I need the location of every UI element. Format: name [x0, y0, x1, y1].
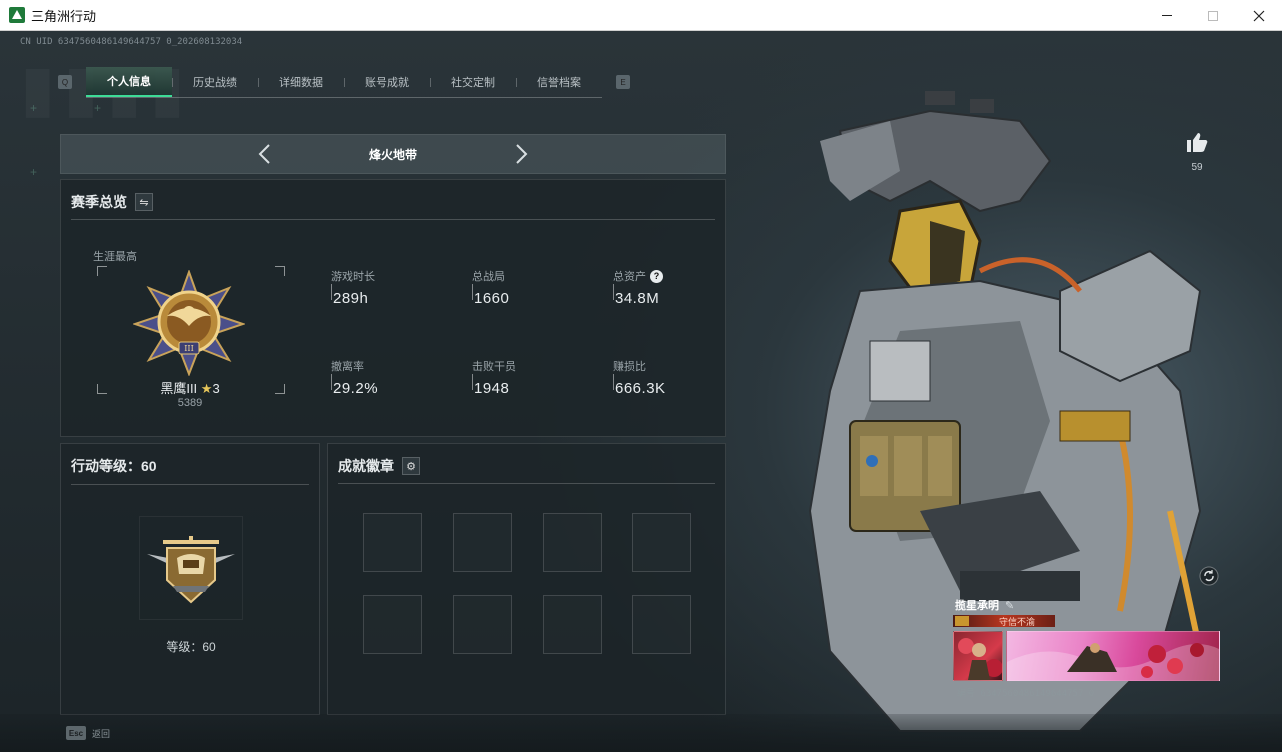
stat-label: 总资产 — [613, 271, 646, 283]
tab-account-achievements[interactable]: 账号成就 — [344, 67, 430, 97]
mode-title: 烽火地带 — [368, 147, 417, 162]
game-view: ▮▮▮▮ CN UID 6347560486149644757 0_202608… — [0, 31, 1282, 752]
frame-corner — [97, 266, 107, 276]
next-tab-key-hint[interactable]: E — [616, 75, 630, 89]
avatar-portrait-icon — [958, 638, 1002, 680]
motto-band: 守信不渝 — [953, 615, 1055, 627]
career-best-label: 生涯最高 — [93, 251, 137, 263]
window-title: 三角洲行动 — [31, 9, 97, 25]
decor-plus-icon: + — [30, 101, 38, 115]
badge-slot[interactable] — [363, 595, 422, 654]
app-logo-icon — [9, 7, 25, 23]
action-level-panel: 行动等级：60 等级：60 — [60, 443, 320, 715]
stat-label: 击败干员 — [472, 361, 516, 373]
swap-icon: ⇋ — [139, 196, 149, 209]
minimize-button[interactable] — [1144, 0, 1190, 31]
stat-label: 总战局 — [472, 271, 505, 283]
badge-slot[interactable] — [543, 595, 602, 654]
stat-value: 1948 — [474, 380, 510, 397]
like-button[interactable]: 59 — [1183, 131, 1211, 173]
tab-personal-info[interactable]: 个人信息 — [86, 66, 172, 97]
rank-title: 黑鹰III — [160, 381, 201, 396]
badge-slot[interactable] — [632, 513, 691, 572]
achievement-badges-panel: 成就徽章 ⚙ — [327, 443, 726, 715]
tab-social-customization[interactable]: 社交定制 — [430, 67, 516, 97]
close-icon — [1253, 10, 1265, 21]
action-level-title: 行动等级：60 — [71, 458, 157, 474]
player-id-number: 编号 6347560486149644757 0 — [957, 689, 1095, 699]
decor-plus-icon: + — [94, 101, 102, 115]
player-motto: 守信不渝 — [999, 616, 1036, 627]
switch-season-button[interactable]: ⇋ — [135, 193, 153, 211]
stat-label: 游戏时长 — [331, 271, 375, 283]
back-label[interactable]: 返回 — [92, 727, 110, 740]
season-overview-panel: 赛季总览 ⇋ 生涯最高 III 黑鹰III ★3 5389 游戏时长 289h — [60, 179, 726, 437]
badge-settings-button[interactable]: ⚙ — [402, 457, 420, 475]
gear-icon: ⚙ — [406, 460, 416, 473]
help-icon[interactable]: ? — [650, 269, 663, 283]
thumbs-up-icon — [1187, 133, 1208, 152]
stat-play-time: 游戏时长 289h — [331, 268, 451, 307]
profile-tabs: Q 个人信息 历史战绩 详细数据 账号成就 社交定制 信誉档案 E — [58, 66, 630, 98]
player-namecard: 揽星承明 ✎ 守信不渝 — [953, 597, 1221, 687]
stat-total-matches: 总战局 1660 — [472, 268, 592, 307]
divider — [71, 484, 309, 485]
stat-label: 撤离率 — [331, 361, 364, 373]
level-value: 等级：60 — [166, 640, 216, 654]
close-button[interactable] — [1236, 0, 1282, 31]
bottom-hint-bar: Esc 返回 — [0, 714, 1282, 752]
badge-slot[interactable] — [632, 595, 691, 654]
prev-tab-key-hint[interactable]: Q — [58, 75, 72, 89]
stat-value: 289h — [333, 290, 369, 307]
minimize-icon — [1162, 15, 1172, 16]
prev-mode-button[interactable] — [257, 143, 273, 165]
achievement-badges-title: 成就徽章 — [338, 458, 394, 474]
badge-slot[interactable] — [453, 513, 512, 572]
window-titlebar: 三角洲行动 — [0, 0, 1282, 31]
badge-slot[interactable] — [453, 595, 512, 654]
rank-star-icon: ★ — [200, 381, 213, 396]
helicopter-badge-icon — [147, 536, 235, 604]
player-name: 揽星承明 — [955, 600, 999, 612]
tab-credit-record[interactable]: 信誉档案 — [516, 67, 602, 97]
tab-strip: 个人信息 历史战绩 详细数据 账号成就 社交定制 信誉档案 — [86, 66, 602, 98]
rotate-view-icon[interactable] — [1199, 566, 1219, 586]
stat-profit-loss-ratio: 赚损比 666.3K — [613, 358, 733, 397]
decor-plus-icon: + — [30, 165, 38, 179]
stat-value: 29.2% — [333, 380, 379, 397]
namecard-art-icon — [1007, 643, 1219, 680]
like-count: 59 — [1191, 162, 1203, 173]
level-emblem — [139, 516, 243, 620]
maximize-icon — [1208, 10, 1218, 21]
rank-score: 5389 — [177, 397, 203, 409]
badge-slot[interactable] — [363, 513, 422, 572]
stat-value: 34.8M — [615, 290, 660, 307]
stat-label: 赚损比 — [613, 361, 646, 373]
badge-slot[interactable] — [543, 513, 602, 572]
stat-value: 1660 — [474, 290, 510, 307]
stat-operators-defeated: 击败干员 1948 — [472, 358, 592, 397]
frame-corner — [275, 266, 285, 276]
namecard-banner[interactable] — [1006, 631, 1220, 681]
motto-badge-icon — [955, 616, 969, 626]
tab-detailed-data[interactable]: 详细数据 — [258, 67, 344, 97]
divider — [71, 219, 715, 220]
next-mode-button[interactable] — [513, 143, 529, 165]
divider — [338, 483, 715, 484]
season-overview-title: 赛季总览 — [71, 194, 127, 210]
stat-total-assets: 总资产? 34.8M — [613, 268, 733, 307]
rank-stars: 3 — [212, 381, 220, 396]
stat-value: 666.3K — [615, 380, 666, 397]
rank-medal-icon: III — [133, 270, 245, 376]
maximize-button[interactable] — [1190, 0, 1236, 31]
esc-key-hint[interactable]: Esc — [66, 726, 86, 740]
svg-text:III: III — [184, 344, 193, 353]
stat-extraction-rate: 撤离率 29.2% — [331, 358, 451, 397]
avatar[interactable] — [953, 631, 1003, 681]
mode-selector: 烽火地带 — [60, 134, 726, 174]
edit-name-icon[interactable]: ✎ — [1005, 599, 1014, 612]
rank-name: 黑鹰III ★3 — [97, 378, 283, 397]
player-uid-line: CN UID 6347560486149644757 0_20260813203… — [20, 37, 243, 47]
tab-match-history[interactable]: 历史战绩 — [172, 67, 258, 97]
